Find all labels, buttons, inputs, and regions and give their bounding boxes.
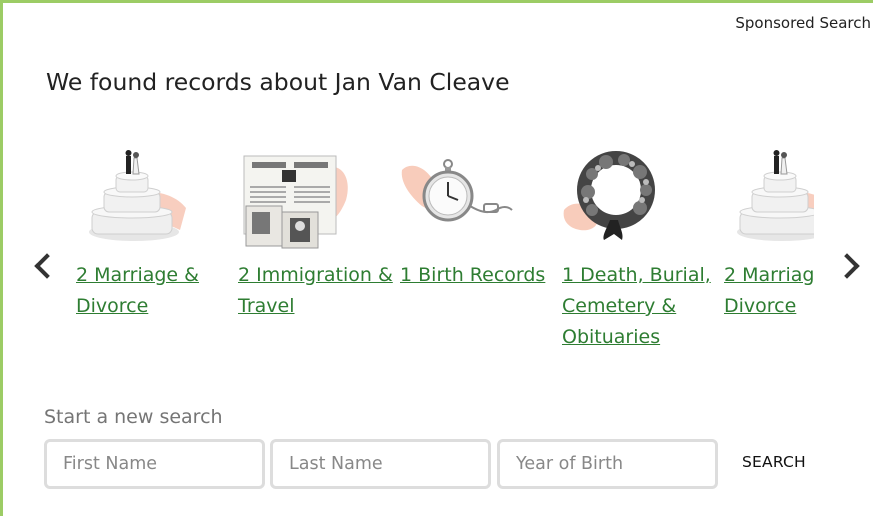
sponsored-label: Sponsored Search xyxy=(735,14,871,32)
record-card-link[interactable]: 2 Marriage & Divorce xyxy=(76,260,231,322)
year-of-birth-input[interactable] xyxy=(497,439,718,489)
wedding-cake-icon xyxy=(724,140,814,245)
search-button[interactable]: SEARCH xyxy=(734,449,814,475)
record-card-link[interactable]: 2 Immigration & Travel xyxy=(238,260,393,322)
record-card-immigration[interactable]: 2 Immigration & Travel xyxy=(238,140,398,322)
first-name-input[interactable] xyxy=(44,439,265,489)
record-card-link[interactable]: 1 Birth Records xyxy=(400,260,555,291)
record-card-death[interactable]: 1 Death, Burial, Cemetery & Obituaries xyxy=(562,140,722,353)
search-section-heading: Start a new search xyxy=(44,406,223,428)
page-title: We found records about Jan Van Cleave xyxy=(46,68,510,96)
last-name-input[interactable] xyxy=(270,439,491,489)
record-card-link[interactable]: 1 Death, Burial, Cemetery & Obituaries xyxy=(562,260,717,353)
record-card-marriage-repeat[interactable]: 2 Marriage & Divorce xyxy=(724,140,814,322)
record-card-marriage[interactable]: 2 Marriage & Divorce xyxy=(76,140,236,322)
newspaper-passport-icon xyxy=(238,140,358,249)
record-card-birth[interactable]: 1 Birth Records xyxy=(400,140,560,291)
wedding-cake-icon xyxy=(76,140,186,245)
pocket-watch-icon xyxy=(400,140,520,245)
record-card-link[interactable]: 2 Marriage & Divorce xyxy=(724,260,814,322)
record-carousel: 2 Marriage & Divorce 2 Immigration & Tra… xyxy=(76,140,814,390)
flower-wreath-icon xyxy=(562,140,672,245)
